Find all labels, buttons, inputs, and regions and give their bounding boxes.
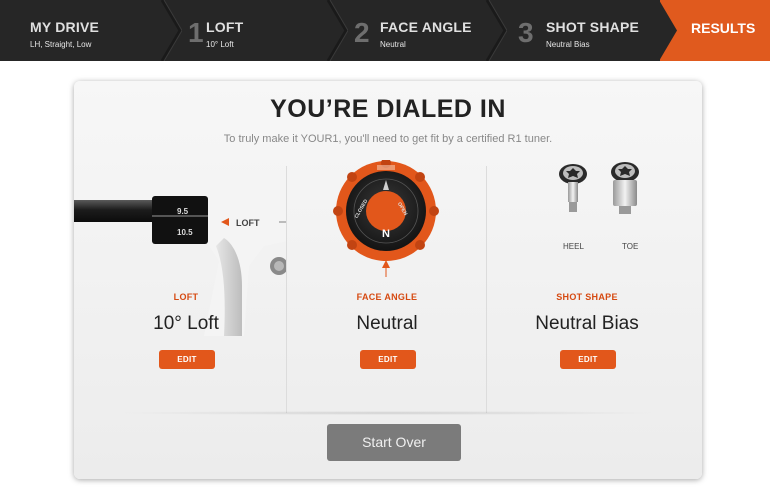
step-subtitle: LH, Straight, Low: [30, 40, 92, 49]
step-results[interactable]: RESULTS: [659, 0, 770, 61]
start-over-button[interactable]: Start Over: [327, 424, 461, 461]
page-title: YOU’RE DIALED IN: [270, 95, 506, 123]
shot-shape-label: SHOT SHAPE: [556, 292, 618, 302]
club-sleeve-image: [74, 196, 286, 336]
chevron-separator-icon: [485, 0, 507, 61]
step-subtitle: 10° Loft: [206, 40, 234, 49]
face-angle-value: Neutral: [356, 313, 418, 334]
step-title: LOFT: [206, 19, 244, 35]
step-number: 3: [518, 17, 534, 48]
results-panel: YOU’RE DIALED IN To truly make it YOUR1,…: [74, 81, 702, 479]
shelf-shadow: [114, 411, 662, 415]
step-title: FACE ANGLE: [380, 19, 472, 35]
step-number: 2: [354, 17, 370, 48]
step-title: RESULTS: [691, 20, 756, 36]
edit-loft-button[interactable]: EDIT: [159, 350, 215, 369]
loft-value: 10° Loft: [153, 313, 219, 334]
shot-shape-value: Neutral Bias: [535, 313, 639, 334]
step-title: MY DRIVE: [30, 19, 100, 35]
shot-shape-column: HEEL TOE SHOT SHAPE Neutral Bias EDIT: [487, 162, 702, 416]
loft-label: LOFT: [173, 292, 199, 302]
chevron-separator-icon: [326, 0, 348, 61]
step-subtitle: Neutral Bias: [546, 40, 590, 49]
page-subtitle: To truly make it YOUR1, you'll need to g…: [223, 133, 553, 145]
face-angle-dial-icon: [333, 160, 439, 277]
loft-column: 9.5 10.5 LOFT LOFT 10° Loft EDIT: [74, 166, 286, 416]
results-arrow-edge: [659, 0, 677, 61]
step-title: SHOT SHAPE: [546, 19, 640, 35]
step-loft[interactable]: 1 LOFT 10° Loft: [180, 0, 340, 61]
weight-screws-image: [559, 162, 639, 214]
step-subtitle: Neutral: [380, 40, 406, 49]
step-number: 1: [188, 17, 204, 48]
step-shot-shape[interactable]: 3 SHOT SHAPE Neutral Bias: [515, 0, 665, 61]
face-angle-label: FACE ANGLE: [356, 292, 418, 302]
edit-shot-shape-button[interactable]: EDIT: [560, 350, 616, 369]
toe-label: TOE: [622, 242, 639, 251]
heel-label: HEEL: [563, 242, 584, 251]
step-face-angle[interactable]: 2 FACE ANGLE Neutral: [350, 0, 500, 61]
dial-letter: N: [382, 228, 390, 240]
loft-ring-top: 9.5: [177, 207, 189, 216]
loft-sleeve-text: LOFT: [236, 218, 260, 228]
face-angle-column: N CLOSED OPEN FACE ANGLE Neutral EDIT: [287, 160, 486, 416]
loft-ring-bottom: 10.5: [177, 228, 193, 237]
step-my-drive[interactable]: MY DRIVE LH, Straight, Low: [0, 0, 170, 61]
chevron-separator-icon: [160, 0, 182, 61]
progress-stepper: MY DRIVE LH, Straight, Low 1 LOFT 10° Lo…: [0, 0, 770, 61]
edit-face-angle-button[interactable]: EDIT: [360, 350, 416, 369]
